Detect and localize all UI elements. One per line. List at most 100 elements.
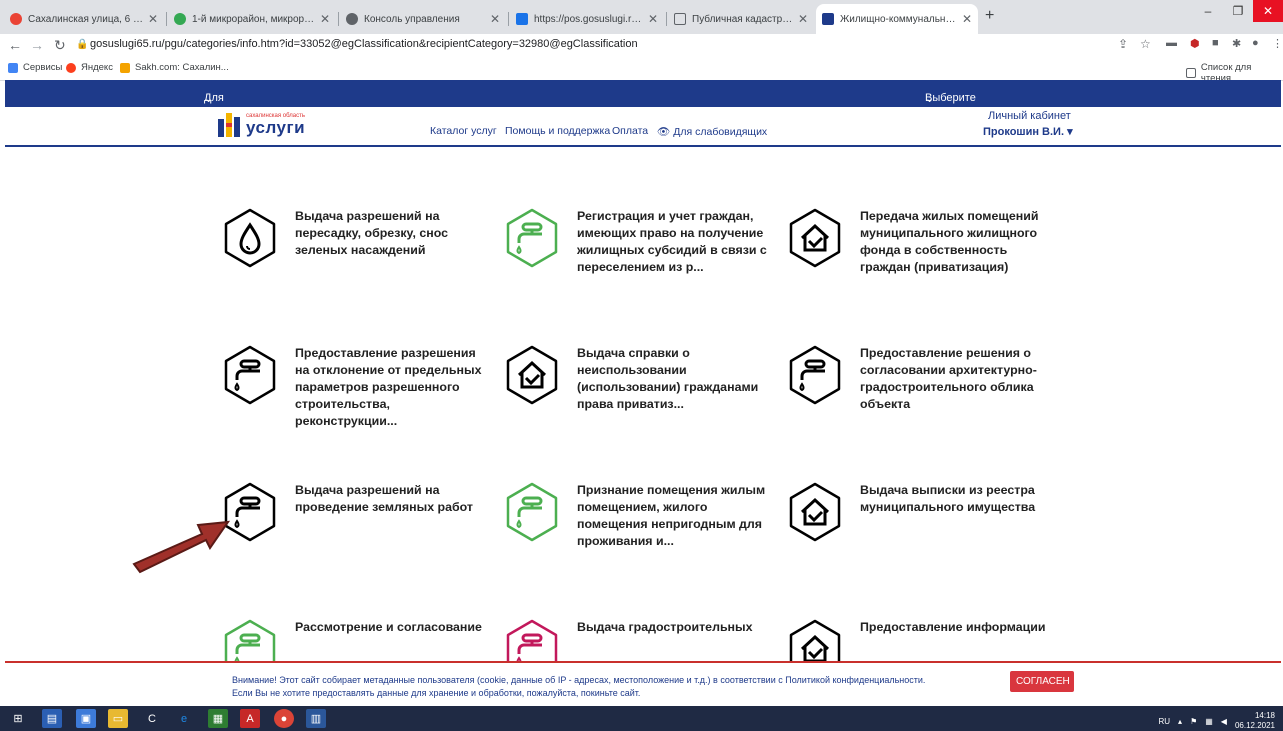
new-tab-button[interactable]: +: [985, 7, 994, 25]
volume-icon[interactable]: ◀: [1221, 717, 1227, 726]
address-bar-row: ← → ↻ 🔒 gosuslugi65.ru/pgu/categories/in…: [0, 34, 1283, 58]
nav-accessibility[interactable]: 👁 Для слабовидящих: [657, 125, 767, 138]
browser-tab[interactable]: 1-й микрорайон, микрорайон, ✕: [168, 4, 336, 34]
chrome-icon[interactable]: ●: [274, 709, 294, 728]
service-label[interactable]: Передача жилых помещений муниципального …: [860, 208, 1050, 276]
extension-icon[interactable]: ▬: [1166, 37, 1177, 49]
nav-catalog[interactable]: Каталог услуг: [430, 125, 497, 137]
ie-icon[interactable]: e: [174, 709, 194, 728]
service-label[interactable]: Рассмотрение и согласование: [295, 619, 485, 636]
restore-button[interactable]: ❐: [1223, 0, 1253, 22]
windows-start-icon[interactable]: ⊞: [8, 709, 28, 728]
house-check-icon: [789, 482, 841, 542]
spreadsheet-icon[interactable]: ▦: [208, 709, 228, 728]
puzzle-icon[interactable]: ✱: [1232, 37, 1241, 50]
map-pin-icon: [10, 13, 22, 25]
service-label[interactable]: Признание помещения жилым помещением, жи…: [577, 482, 767, 550]
nav-accessibility-label: Для слабовидящих: [673, 126, 768, 138]
clock-time: 14:18: [1254, 711, 1275, 720]
nav-payment[interactable]: Оплата: [612, 125, 648, 137]
chevron-down-icon: ⌄: [204, 93, 214, 105]
service-label[interactable]: Выдача разрешений на проведение земляных…: [295, 482, 485, 516]
service-item[interactable]: Передача жилых помещений муниципального …: [785, 208, 1055, 308]
lock-icon[interactable]: 🔒: [76, 39, 88, 50]
tab-title: https://pos.gosuslugi.ru/backoffi: [534, 13, 644, 25]
service-item[interactable]: Выдача выписки из реестра муниципального…: [785, 482, 1055, 582]
flag-icon[interactable]: ⚑: [1190, 717, 1197, 726]
house-check-icon: [506, 345, 558, 405]
service-label[interactable]: Предоставление информации: [860, 619, 1050, 636]
user-menu[interactable]: Прокошин В.И. ▾: [983, 125, 1073, 138]
faucet-icon: [789, 345, 841, 405]
chevron-up-icon[interactable]: ▴: [1178, 717, 1182, 726]
shield-icon[interactable]: ⬢: [1190, 37, 1200, 50]
window-controls: – ❐ ✕: [1193, 0, 1283, 22]
house-check-icon: [789, 208, 841, 268]
bookmark-yandex[interactable]: Яндекс: [66, 62, 113, 73]
browser-tab-active[interactable]: Жилищно-коммунальное хозяй ✕: [816, 4, 978, 34]
agree-button[interactable]: СОГЛАСЕН: [1010, 671, 1074, 692]
close-icon[interactable]: ✕: [798, 12, 808, 26]
close-icon[interactable]: ✕: [148, 12, 158, 26]
service-label[interactable]: Выдача выписки из реестра муниципального…: [860, 482, 1050, 516]
browser-tab[interactable]: Сахалинская улица, 6 — Яндекс ✕: [4, 4, 164, 34]
site-logo-icon[interactable]: [218, 113, 240, 137]
network-app-icon[interactable]: ▤: [42, 709, 62, 728]
service-item[interactable]: Выдача справки о неиспользовании (исполь…: [502, 345, 772, 445]
bookmarks-bar: Сервисы Яндекс Sakh.com: Сахалин... Спис…: [0, 58, 1283, 84]
cabinet-label[interactable]: Личный кабинет: [988, 110, 1071, 122]
bookmark-sakh[interactable]: Sakh.com: Сахалин...: [120, 62, 229, 73]
app-c-icon[interactable]: C: [142, 709, 162, 728]
service-label[interactable]: Предоставление разрешения на отклонение …: [295, 345, 485, 430]
address-input[interactable]: gosuslugi65.ru/pgu/categories/info.htm?i…: [90, 38, 638, 50]
close-icon[interactable]: ✕: [962, 12, 972, 26]
document-icon: [674, 13, 686, 25]
close-icon[interactable]: ✕: [648, 12, 658, 26]
profile-icon[interactable]: ●: [1252, 37, 1259, 49]
browser-tab[interactable]: https://pos.gosuslugi.ru/backoffi ✕: [510, 4, 664, 34]
forward-arrow-icon[interactable]: →: [30, 37, 44, 53]
browser-tab[interactable]: Консоль управления ✕: [340, 4, 506, 34]
site-top-nav: Для граждан ⌄ Выберите местоположение ⌄: [5, 80, 1281, 116]
back-arrow-icon[interactable]: ←: [8, 37, 22, 53]
share-icon[interactable]: ⇪: [1118, 37, 1128, 51]
service-item[interactable]: Выдача разрешений на пересадку, обрезку,…: [220, 208, 490, 308]
folder-icon[interactable]: ▭: [108, 709, 128, 728]
close-window-button[interactable]: ✕: [1253, 0, 1283, 22]
document-icon[interactable]: ▥: [306, 709, 326, 728]
windows-taskbar: ⊞ ▤ ▣ ▭ C e ▦ A ● ▥: [0, 706, 1283, 731]
chevron-down-icon: ⌄: [925, 93, 935, 105]
pdf-icon[interactable]: A: [240, 709, 260, 728]
service-label[interactable]: Выдача справки о неиспользовании (исполь…: [577, 345, 767, 413]
bookmark-apps[interactable]: Сервисы: [8, 62, 62, 73]
menu-icon[interactable]: ⋮: [1272, 37, 1283, 50]
close-icon[interactable]: ✕: [320, 12, 330, 26]
minimize-button[interactable]: –: [1193, 0, 1223, 22]
service-item[interactable]: Предоставление решения о согласовании ар…: [785, 345, 1055, 445]
tab-title: Жилищно-коммунальное хозяй: [840, 13, 958, 25]
logo-text[interactable]: услуги: [246, 118, 305, 138]
service-item[interactable]: Предоставление разрешения на отклонение …: [220, 345, 490, 445]
star-icon[interactable]: ☆: [1140, 37, 1151, 51]
service-label[interactable]: Регистрация и учет граждан, имеющих прав…: [577, 208, 767, 276]
faucet-icon: [506, 482, 558, 542]
site-icon: [516, 13, 528, 25]
extension-icon[interactable]: ■: [1212, 37, 1219, 49]
clock[interactable]: 14:18 06.12.2021: [1235, 711, 1275, 731]
close-icon[interactable]: ✕: [490, 12, 500, 26]
caret-down-icon: ▾: [1067, 126, 1073, 138]
reload-icon[interactable]: ↻: [54, 37, 66, 54]
network-icon[interactable]: ▦: [1205, 717, 1213, 726]
service-label[interactable]: Предоставление решения о согласовании ар…: [860, 345, 1050, 413]
service-item[interactable]: Регистрация и учет граждан, имеющих прав…: [502, 208, 772, 308]
language-indicator[interactable]: RU: [1158, 717, 1170, 726]
service-item[interactable]: Выдача разрешений на проведение земляных…: [220, 482, 490, 582]
service-label[interactable]: Выдача градостроительных: [577, 619, 767, 636]
service-item[interactable]: Признание помещения жилым помещением, жи…: [502, 482, 772, 582]
service-label[interactable]: Выдача разрешений на пересадку, обрезку,…: [295, 208, 485, 259]
browser-tab[interactable]: Публичная кадастровая карта - ✕: [668, 4, 814, 34]
monitor-app-icon[interactable]: ▣: [76, 709, 96, 728]
nav-help[interactable]: Помощь и поддержка: [505, 125, 610, 137]
faucet-icon: [506, 208, 558, 268]
apps-grid-icon: [8, 62, 18, 73]
